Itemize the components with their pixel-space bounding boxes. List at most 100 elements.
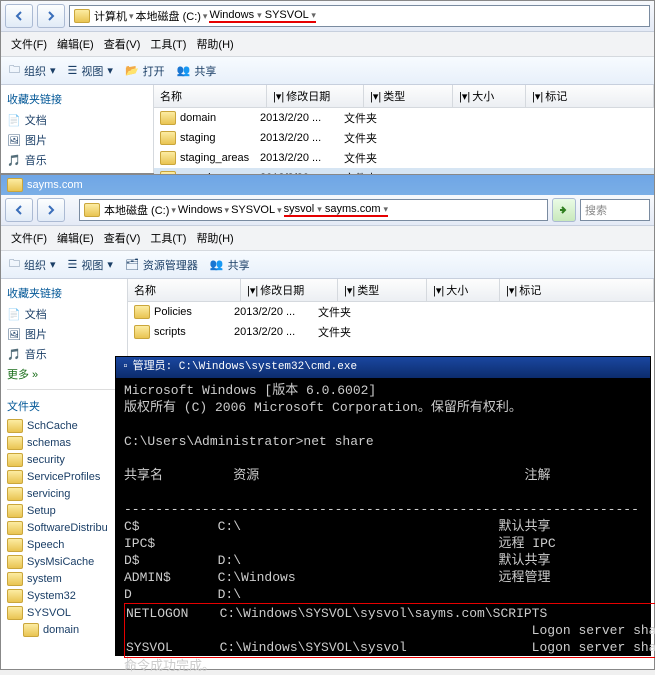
views-button[interactable]: ☰ 视图 ▾ <box>68 257 113 273</box>
go-button[interactable] <box>552 198 576 222</box>
tree-item[interactable]: system <box>7 571 121 587</box>
folder-icon <box>7 589 23 603</box>
file-name: domain <box>180 112 216 124</box>
table-row[interactable]: staging_areas2013/2/20 ...文件夹 <box>154 148 654 168</box>
share-button[interactable]: 👥 共享 <box>177 63 217 79</box>
cmd-title: 管理员: C:\Windows\system32\cmd.exe <box>133 359 357 376</box>
menu-view[interactable]: 查看(V) <box>100 228 145 248</box>
table-row[interactable]: staging2013/2/20 ...文件夹 <box>154 128 654 148</box>
tree-item[interactable]: ServiceProfiles <box>7 469 121 485</box>
bc-drive[interactable]: 本地磁盘 (C:) <box>104 202 169 218</box>
menu-file[interactable]: 文件(F) <box>7 34 51 54</box>
col-type[interactable]: |▾|类型 <box>338 279 427 301</box>
tree-item[interactable]: SysMsiCache <box>7 554 121 570</box>
folder-icon <box>7 504 23 518</box>
views-button[interactable]: ☰ 视图 ▾ <box>68 63 113 79</box>
bc-windows[interactable]: Windows <box>178 204 223 216</box>
bc-sysvol[interactable]: SYSVOL <box>231 204 275 216</box>
col-name[interactable]: 名称 <box>128 279 241 301</box>
folder-icon <box>7 606 23 620</box>
col-name[interactable]: 名称 <box>154 85 267 107</box>
toolbar: 🗀 组织 ▾ ☰ 视图 ▾ 📂 打开 👥 共享 <box>1 57 654 85</box>
menu-edit[interactable]: 编辑(E) <box>53 34 98 54</box>
file-name: staging_areas <box>180 152 249 164</box>
sidebar-music[interactable]: 🎵 音乐 <box>7 151 147 169</box>
organize-button[interactable]: 🗀 组织 ▾ <box>9 255 56 274</box>
window-title: sayms.com <box>27 179 83 191</box>
nav-bar: 计算机▾ 本地磁盘 (C:)▾ Windows ▾ SYSVOL ▾ <box>1 1 654 32</box>
col-date[interactable]: |▾|修改日期 <box>267 85 364 107</box>
tree-item[interactable]: domain <box>7 622 121 638</box>
menu-bar: 文件(F) 编辑(E) 查看(V) 工具(T) 帮助(H) <box>1 226 654 251</box>
col-type[interactable]: |▾|类型 <box>364 85 453 107</box>
file-name: scripts <box>154 326 186 338</box>
tree-item[interactable]: SYSVOL <box>7 605 121 621</box>
col-tags[interactable]: |▾|标记 <box>500 279 654 301</box>
tree-item[interactable]: Speech <box>7 537 121 553</box>
search-box[interactable]: 搜索 <box>580 199 650 221</box>
col-tags[interactable]: |▾|标记 <box>526 85 654 107</box>
bc-windows[interactable]: Windows <box>209 9 254 21</box>
sidebar-docs[interactable]: 📄 文档 <box>7 305 121 323</box>
cmd-icon: ▫ <box>122 359 129 376</box>
folder-icon <box>7 453 23 467</box>
file-date: 2013/2/20 ... <box>260 152 344 164</box>
nav-bar: 本地磁盘 (C:)▾ Windows▾ SYSVOL▾ sysvol ▾ say… <box>1 195 654 226</box>
tree-item[interactable]: security <box>7 452 121 468</box>
sidebar-music[interactable]: 🎵 音乐 <box>7 345 121 363</box>
sidebar-pics[interactable]: 🖼 图片 <box>7 325 121 343</box>
tree-item[interactable]: servicing <box>7 486 121 502</box>
menu-tools[interactable]: 工具(T) <box>146 34 190 54</box>
file-type: 文件夹 <box>344 130 420 146</box>
menu-file[interactable]: 文件(F) <box>7 228 51 248</box>
bc-domain[interactable]: sayms.com <box>325 203 381 215</box>
organize-button[interactable]: 🗀 组织 ▾ <box>9 61 56 80</box>
bc-drive[interactable]: 本地磁盘 (C:) <box>136 8 201 24</box>
file-date: 2013/2/20 ... <box>260 132 344 144</box>
tree-item[interactable]: schemas <box>7 435 121 451</box>
sidebar-pics[interactable]: 🖼 图片 <box>7 131 147 149</box>
forward-button[interactable] <box>37 198 65 222</box>
file-list: 名称 |▾|修改日期 |▾|类型 |▾|大小 |▾|标记 domain2013/… <box>154 85 654 173</box>
tree-item[interactable]: SchCache <box>7 418 121 434</box>
table-row[interactable]: domain2013/2/20 ...文件夹 <box>154 108 654 128</box>
menu-edit[interactable]: 编辑(E) <box>53 228 98 248</box>
table-row[interactable]: Policies2013/2/20 ...文件夹 <box>128 302 654 322</box>
tree-item[interactable]: SoftwareDistribu <box>7 520 121 536</box>
col-size[interactable]: |▾|大小 <box>427 279 500 301</box>
bc-sysvol2[interactable]: sysvol <box>284 203 315 215</box>
folder-icon <box>84 203 100 217</box>
bc-computer[interactable]: 计算机 <box>94 8 127 24</box>
back-button[interactable] <box>5 4 33 28</box>
table-row[interactable]: scripts2013/2/20 ...文件夹 <box>128 322 654 342</box>
folder-icon <box>134 305 150 319</box>
back-button[interactable] <box>5 198 33 222</box>
folder-icon <box>74 9 90 23</box>
address-bar[interactable]: 计算机▾ 本地磁盘 (C:)▾ Windows ▾ SYSVOL ▾ <box>69 5 650 27</box>
col-date[interactable]: |▾|修改日期 <box>241 279 338 301</box>
tree-item[interactable]: Setup <box>7 503 121 519</box>
open-button[interactable]: 📂 打开 <box>125 63 165 79</box>
file-date: 2013/2/20 ... <box>234 326 318 338</box>
folder-icon <box>7 555 23 569</box>
explorer-button[interactable]: 🗂 资源管理器 <box>125 257 198 273</box>
share-button[interactable]: 👥 共享 <box>210 257 250 273</box>
address-bar[interactable]: 本地磁盘 (C:)▾ Windows▾ SYSVOL▾ sysvol ▾ say… <box>79 199 548 221</box>
title-bar: sayms.com <box>1 175 654 195</box>
folder-icon <box>160 151 176 165</box>
menu-help[interactable]: 帮助(H) <box>192 34 237 54</box>
col-size[interactable]: |▾|大小 <box>453 85 526 107</box>
folder-icon <box>7 521 23 535</box>
forward-button[interactable] <box>37 4 65 28</box>
menu-view[interactable]: 查看(V) <box>100 34 145 54</box>
breadcrumb[interactable]: 本地磁盘 (C:)▾ Windows▾ SYSVOL▾ sysvol ▾ say… <box>104 202 388 218</box>
bc-sysvol[interactable]: SYSVOL <box>265 9 309 21</box>
breadcrumb[interactable]: 计算机▾ 本地磁盘 (C:)▾ Windows ▾ SYSVOL ▾ <box>94 8 316 24</box>
cmd-window: ▫管理员: C:\Windows\system32\cmd.exe Micros… <box>115 356 651 656</box>
explorer-window-1: 计算机▾ 本地磁盘 (C:)▾ Windows ▾ SYSVOL ▾ 文件(F)… <box>0 0 655 174</box>
menu-tools[interactable]: 工具(T) <box>146 228 190 248</box>
menu-help[interactable]: 帮助(H) <box>192 228 237 248</box>
sidebar-more[interactable]: 更多 » <box>7 365 121 383</box>
sidebar-docs[interactable]: 📄 文档 <box>7 111 147 129</box>
tree-item[interactable]: System32 <box>7 588 121 604</box>
